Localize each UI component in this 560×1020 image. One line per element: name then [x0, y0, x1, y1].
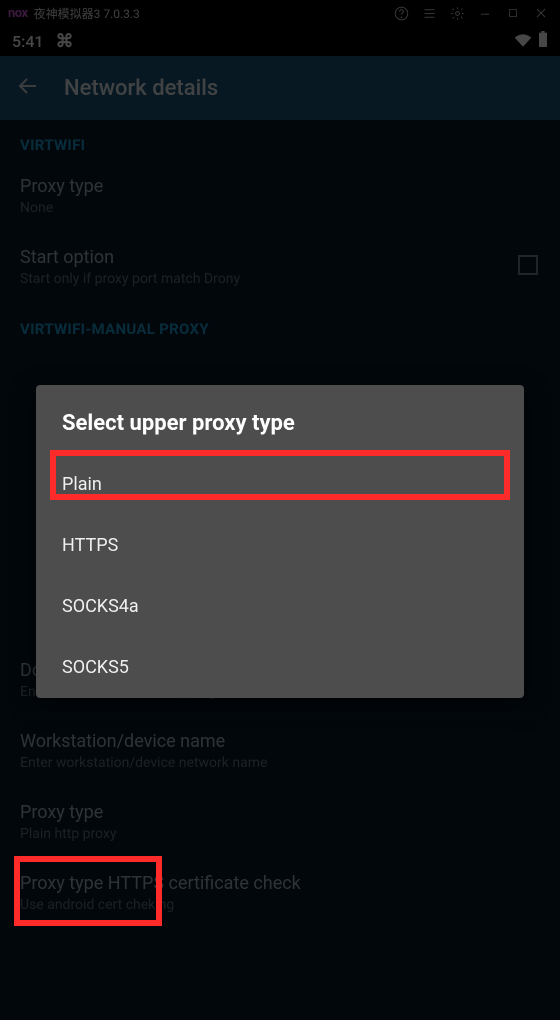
dialog-option-socks4a[interactable]: SOCKS4a [36, 576, 524, 637]
dialog-option-socks5[interactable]: SOCKS5 [36, 637, 524, 698]
dialog-title: Select upper proxy type [36, 385, 524, 454]
dialog-option-plain[interactable]: Plain [36, 454, 524, 515]
dialog-select-proxy-type: Select upper proxy type Plain HTTPS SOCK… [36, 385, 524, 698]
dialog-option-https[interactable]: HTTPS [36, 515, 524, 576]
